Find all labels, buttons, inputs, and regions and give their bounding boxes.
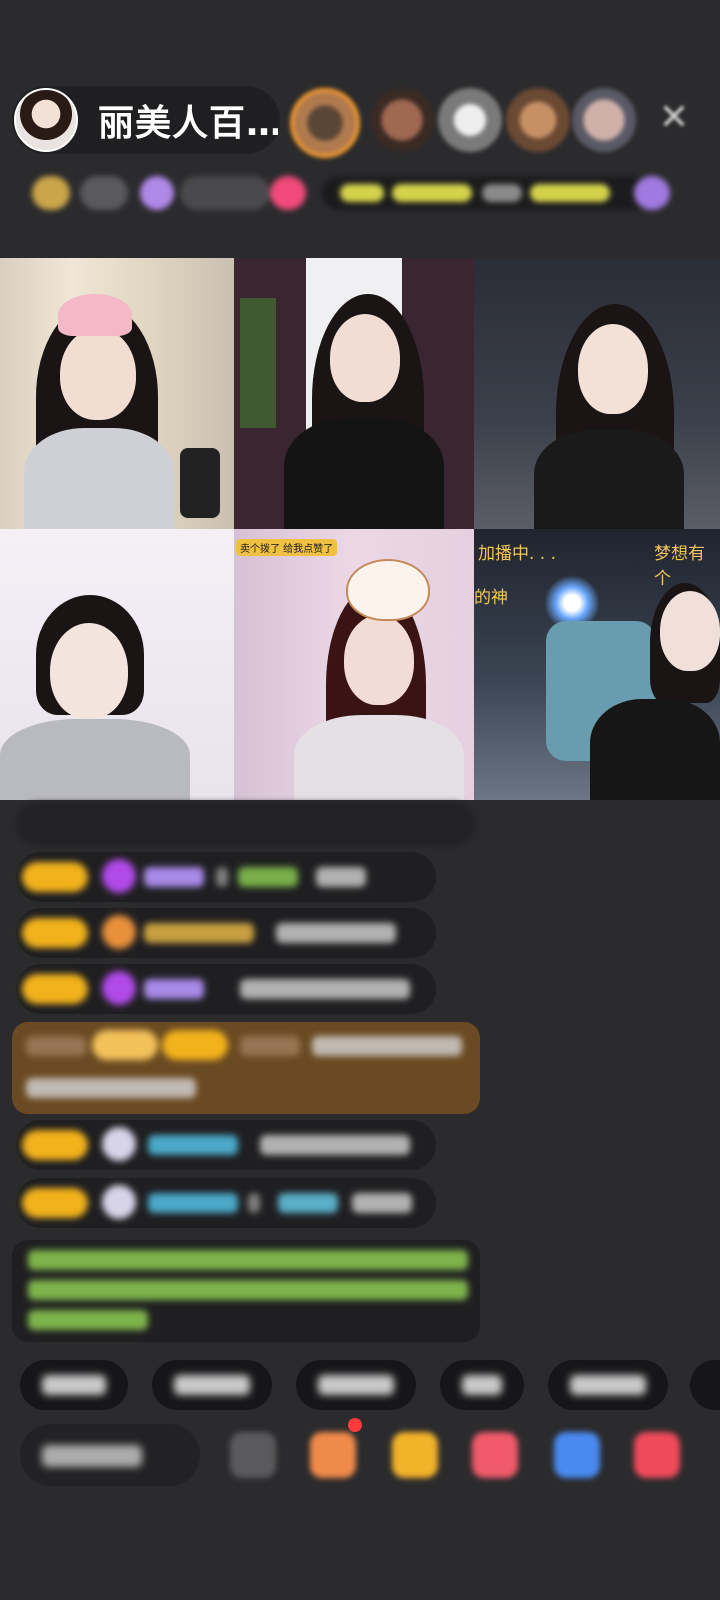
- quick-reply-chip[interactable]: [690, 1360, 720, 1410]
- game-icon[interactable]: [554, 1432, 600, 1478]
- guest-video-4[interactable]: [0, 529, 234, 800]
- live-room-screen: 丽美人百… ✕ 卖个拨了 给我点赞了 加播中. . . 梦想有个 的神: [0, 0, 720, 1600]
- close-icon[interactable]: ✕: [654, 98, 694, 138]
- chat-message: [16, 852, 436, 902]
- guest-video-5[interactable]: 卖个拨了 给我点赞了: [234, 529, 474, 800]
- guest-video-3[interactable]: [474, 258, 720, 529]
- top-viewer-avatar[interactable]: [290, 88, 360, 158]
- gift-box-icon[interactable]: [310, 1432, 356, 1478]
- guest-video-2[interactable]: [234, 258, 474, 529]
- guest-video-6[interactable]: 加播中. . . 梦想有个 的神: [474, 529, 720, 800]
- multi-guest-video-grid: 卖个拨了 给我点赞了 加播中. . . 梦想有个 的神: [0, 258, 720, 800]
- guest-5-caption: 卖个拨了 给我点赞了: [236, 539, 338, 556]
- chat-message: [16, 964, 436, 1014]
- chat-input[interactable]: [20, 1424, 200, 1486]
- host-avatar[interactable]: [14, 88, 78, 152]
- quick-reply-chip[interactable]: [20, 1360, 128, 1410]
- chat-message: [16, 908, 436, 958]
- heart-icon[interactable]: [472, 1432, 518, 1478]
- viewer-avatar[interactable]: [572, 88, 636, 152]
- gift-icon[interactable]: [392, 1432, 438, 1478]
- host-info-pill[interactable]: 丽美人百…: [12, 86, 280, 154]
- more-icon[interactable]: [230, 1432, 276, 1478]
- guest-video-1[interactable]: [0, 258, 234, 529]
- guest-6-caption-2: 的神: [474, 588, 508, 608]
- quick-reply-chip[interactable]: [440, 1360, 524, 1410]
- host-name: 丽美人百…: [98, 103, 278, 144]
- viewer-avatar[interactable]: [506, 88, 570, 152]
- guest-6-caption: 梦想有个: [654, 544, 705, 589]
- guest-6-status: 加播中. . .: [478, 544, 557, 564]
- viewer-avatar[interactable]: [438, 88, 502, 152]
- system-notice-card: [12, 1240, 480, 1342]
- quick-reply-chip[interactable]: [548, 1360, 668, 1410]
- chat-message: [16, 1178, 436, 1228]
- chat-message: [16, 1120, 436, 1170]
- room-badge-row: [20, 168, 700, 218]
- quick-reply-chip[interactable]: [296, 1360, 416, 1410]
- notification-dot: [348, 1418, 362, 1432]
- viewer-avatar[interactable]: [370, 88, 434, 152]
- shop-icon[interactable]: [634, 1432, 680, 1478]
- gift-message-card: [12, 1022, 480, 1114]
- chat-message: [16, 802, 476, 846]
- quick-reply-chip[interactable]: [152, 1360, 272, 1410]
